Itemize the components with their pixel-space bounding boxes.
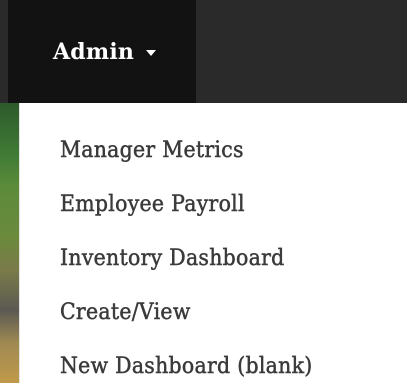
menu-item-employee-payroll[interactable]: Employee Payroll: [60, 177, 332, 231]
menu-item-label: Create/View: [60, 299, 191, 325]
menu-item-new-dashboard-blank[interactable]: New Dashboard (blank): [60, 339, 332, 383]
admin-dropdown-toggle[interactable]: Admin: [53, 38, 157, 66]
dropdown-list: Manager Metrics Employee Payroll Invento…: [60, 123, 332, 383]
admin-nav-item[interactable]: Admin: [8, 0, 196, 103]
caret-down-icon: [146, 50, 157, 56]
menu-item-label: New Dashboard (blank): [60, 353, 313, 379]
background-strip: [0, 103, 19, 383]
page: Admin Manager Metrics Employee Payroll I…: [0, 0, 407, 383]
menu-item-label: Manager Metrics: [60, 137, 244, 163]
admin-dropdown-menu: Manager Metrics Employee Payroll Invento…: [19, 103, 407, 383]
menu-item-label: Inventory Dashboard: [60, 245, 285, 271]
menu-item-create-view[interactable]: Create/View: [60, 285, 332, 339]
menu-item-inventory-dashboard[interactable]: Inventory Dashboard: [60, 231, 332, 285]
menu-item-manager-metrics[interactable]: Manager Metrics: [60, 123, 332, 177]
menu-item-label: Employee Payroll: [60, 191, 245, 217]
top-navbar: Admin: [0, 0, 407, 103]
admin-label: Admin: [53, 39, 135, 65]
